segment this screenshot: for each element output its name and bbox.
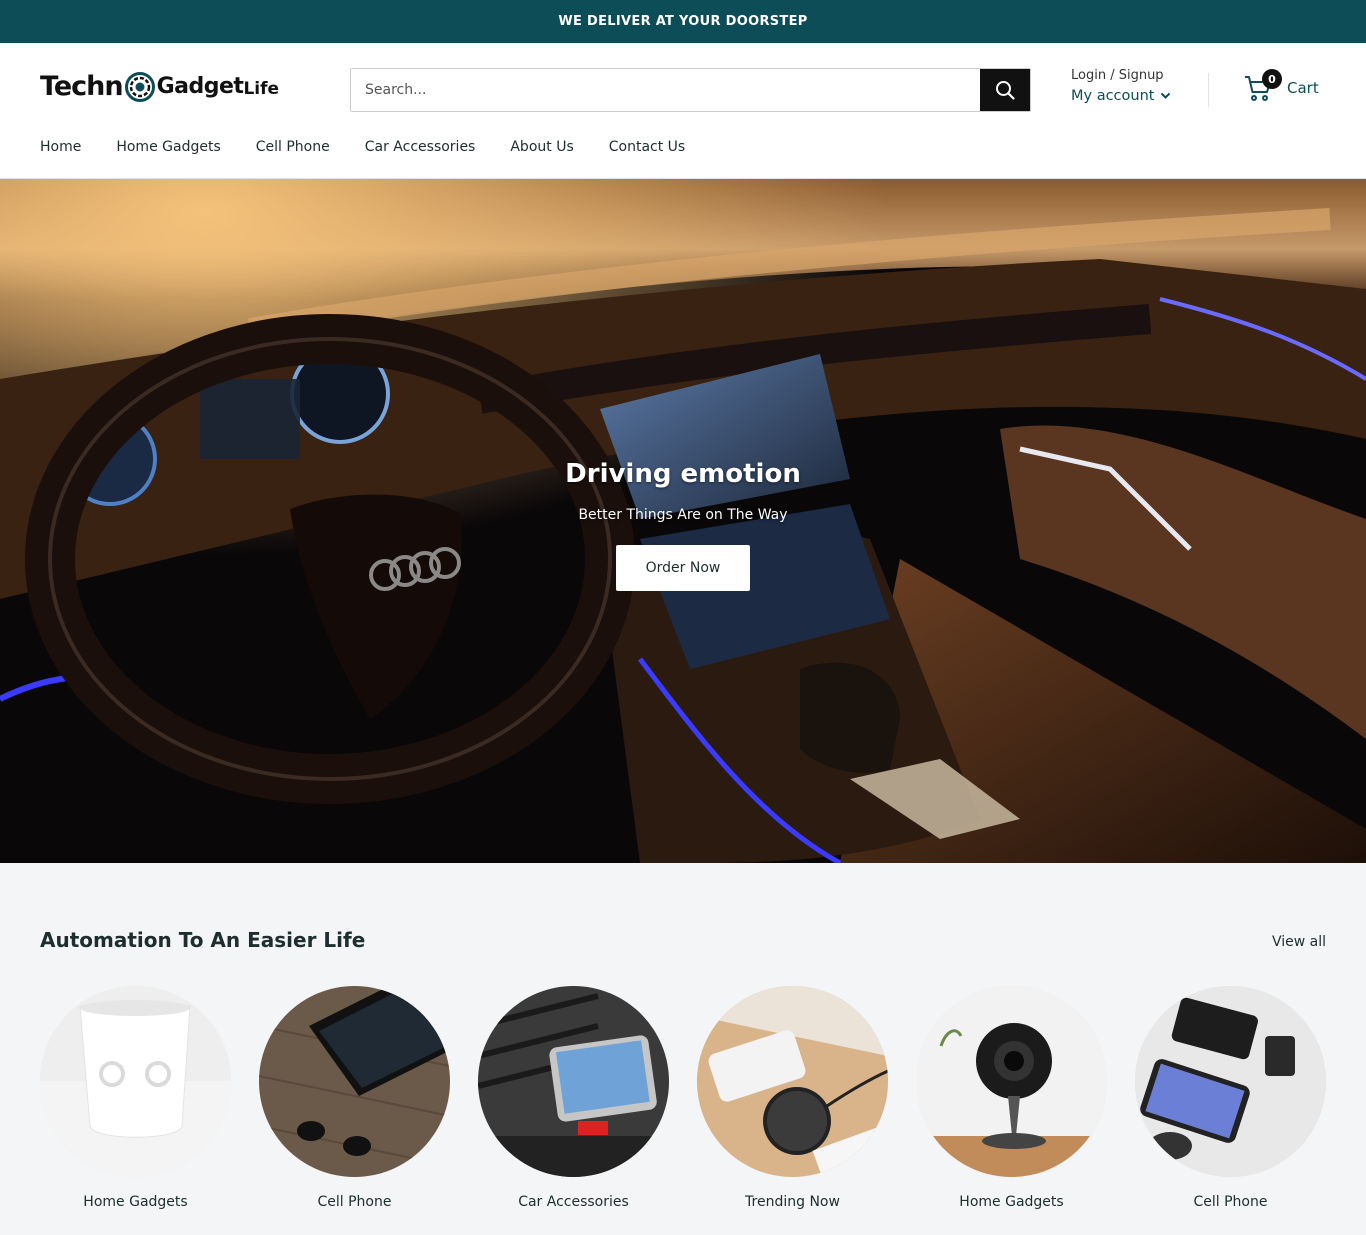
collection-image bbox=[478, 986, 669, 1177]
collection-title: Cell Phone bbox=[1193, 1194, 1268, 1210]
collection-image bbox=[40, 986, 231, 1177]
smart-speaker-image bbox=[40, 986, 231, 1177]
logo-gear-icon bbox=[124, 71, 155, 102]
main-nav: Home Home Gadgets Cell Phone Car Accesso… bbox=[40, 139, 685, 155]
nav-item-home[interactable]: Home bbox=[40, 139, 81, 155]
logo-text-techn: Techn bbox=[40, 71, 124, 102]
car-phone-mount-image bbox=[478, 986, 669, 1177]
cart-count-badge: 0 bbox=[1262, 69, 1282, 89]
hero-slideshow: Driving emotion Better Things Are on The… bbox=[0, 179, 1366, 863]
site-header: Techn Gadget Life Login / Signup My acco… bbox=[0, 43, 1366, 179]
search-button[interactable] bbox=[980, 69, 1030, 111]
hero-subtitle: Better Things Are on The Way bbox=[578, 507, 788, 523]
section-title: Automation To An Easier Life bbox=[40, 928, 366, 952]
hero-content: Driving emotion Better Things Are on The… bbox=[0, 459, 1366, 591]
security-camera-image bbox=[916, 986, 1107, 1177]
nav-item-contact-us[interactable]: Contact Us bbox=[609, 139, 685, 155]
nav-item-car-accessories[interactable]: Car Accessories bbox=[365, 139, 476, 155]
logo-text-life: Life bbox=[243, 78, 280, 99]
cart-button[interactable]: 0 Cart bbox=[1243, 69, 1319, 103]
cart-icon-wrap: 0 bbox=[1243, 69, 1282, 103]
collection-card-cell-phone[interactable]: Cell Phone bbox=[259, 986, 450, 1210]
announcement-bar: WE DELIVER AT YOUR DOORSTEP bbox=[0, 0, 1366, 43]
nav-item-home-gadgets[interactable]: Home Gadgets bbox=[116, 139, 220, 155]
collection-title: Trending Now bbox=[745, 1194, 840, 1210]
collection-card-car-accessories[interactable]: Car Accessories bbox=[478, 986, 669, 1210]
site-logo[interactable]: Techn Gadget Life bbox=[40, 71, 279, 102]
my-account-dropdown[interactable]: My account bbox=[1071, 88, 1171, 104]
collection-image bbox=[259, 986, 450, 1177]
login-signup-link[interactable]: Login / Signup bbox=[1071, 68, 1171, 83]
collection-image bbox=[1135, 986, 1326, 1177]
collection-card-cell-phone-2[interactable]: Cell Phone bbox=[1135, 986, 1326, 1210]
collection-image bbox=[916, 986, 1107, 1177]
header-divider bbox=[1208, 73, 1209, 107]
wireless-charger-image bbox=[697, 986, 888, 1177]
hero-title: Driving emotion bbox=[565, 459, 801, 489]
collection-card-home-gadgets-2[interactable]: Home Gadgets bbox=[916, 986, 1107, 1210]
account-menu[interactable]: Login / Signup My account bbox=[1071, 68, 1171, 104]
view-all-link[interactable]: View all bbox=[1272, 934, 1326, 950]
search-icon bbox=[996, 81, 1015, 100]
collection-card-home-gadgets[interactable]: Home Gadgets bbox=[40, 986, 231, 1210]
collection-title: Home Gadgets bbox=[83, 1194, 188, 1210]
nav-item-cell-phone[interactable]: Cell Phone bbox=[256, 139, 330, 155]
order-now-button[interactable]: Order Now bbox=[615, 545, 751, 591]
collection-title: Home Gadgets bbox=[959, 1194, 1064, 1210]
nav-item-about-us[interactable]: About Us bbox=[510, 139, 573, 155]
announcement-text: WE DELIVER AT YOUR DOORSTEP bbox=[558, 14, 808, 29]
logo-text-gadget: Gadget bbox=[156, 74, 244, 99]
collection-grid: Home Gadgets Cell Phone Car Accessories … bbox=[40, 986, 1326, 1210]
search-bar bbox=[350, 68, 1031, 112]
phone-earbuds-image bbox=[259, 986, 450, 1177]
collection-title: Cell Phone bbox=[317, 1194, 392, 1210]
search-input[interactable] bbox=[351, 69, 980, 111]
collection-image bbox=[697, 986, 888, 1177]
my-account-label: My account bbox=[1071, 88, 1155, 104]
collection-list: Automation To An Easier Life View all Ho… bbox=[0, 863, 1366, 1235]
chevron-down-icon bbox=[1161, 92, 1171, 99]
collection-card-trending-now[interactable]: Trending Now bbox=[697, 986, 888, 1210]
cart-label: Cart bbox=[1287, 79, 1319, 97]
collection-title: Car Accessories bbox=[518, 1194, 629, 1210]
phone-powerbank-image bbox=[1135, 986, 1326, 1177]
